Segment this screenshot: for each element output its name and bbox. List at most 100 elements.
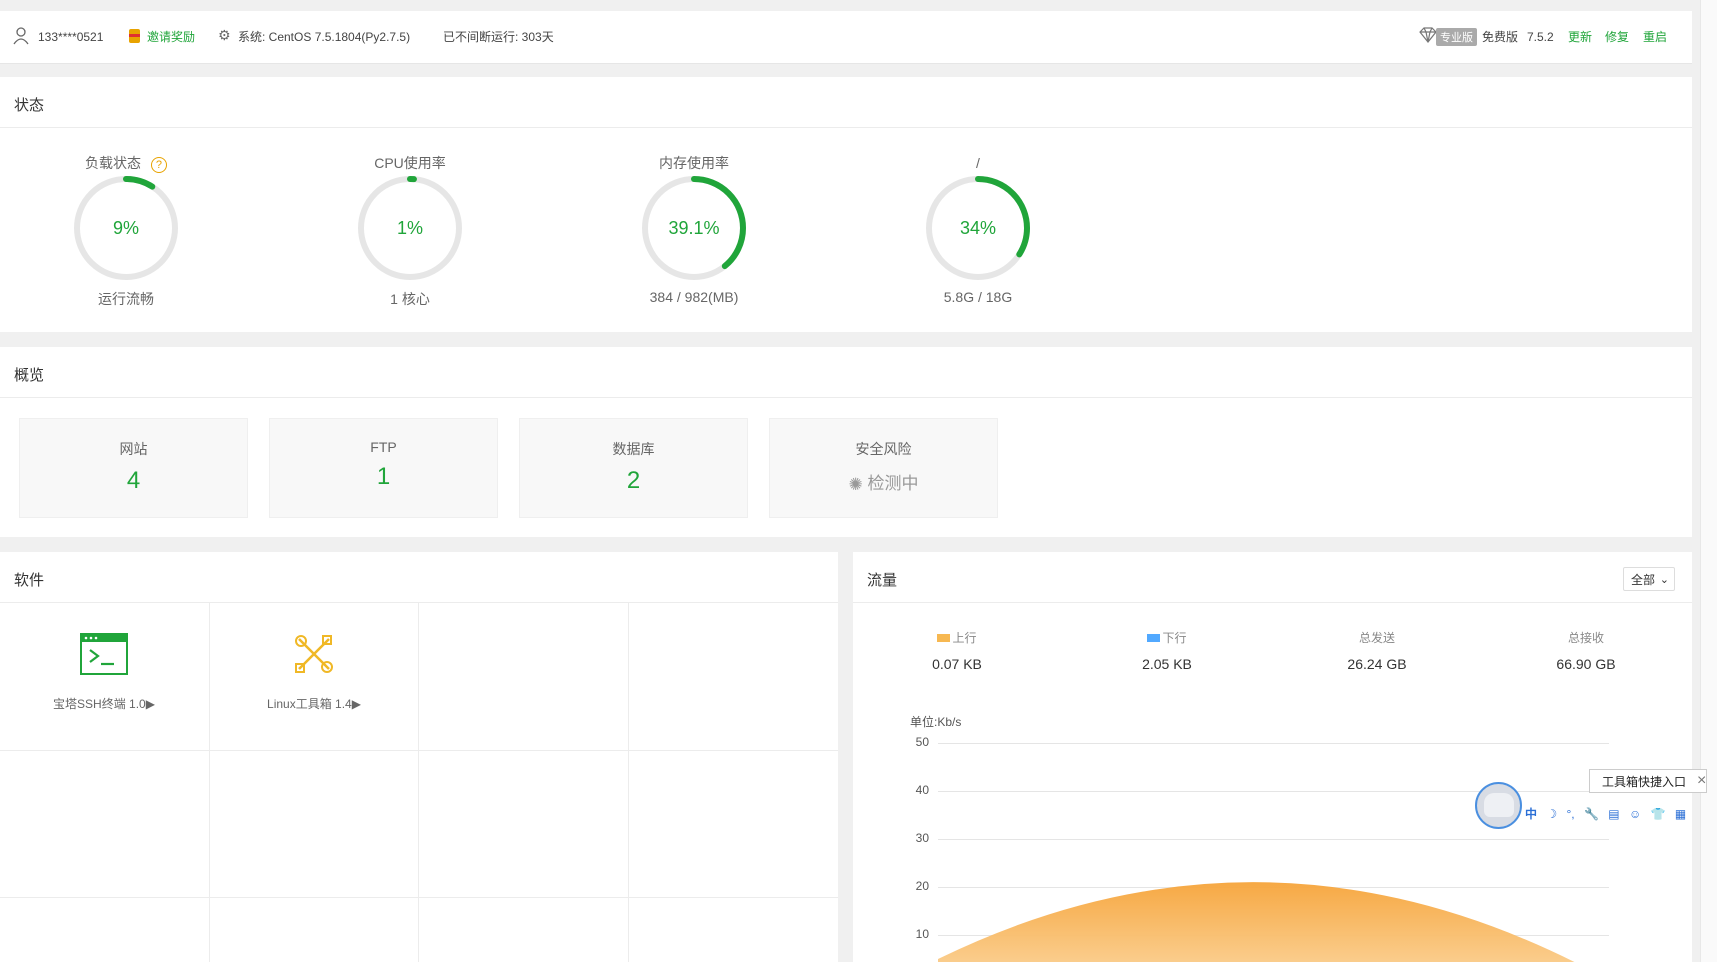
traffic-stat-down: 下行 2.05 KB	[1062, 629, 1272, 672]
overview-title: 概览	[14, 367, 45, 384]
uptime-info: 已不间断运行: 303天	[443, 30, 554, 44]
ime-clipboard-icon[interactable]: ▤	[1608, 807, 1619, 821]
software-item-label: Linux工具箱 1.4▶	[267, 697, 361, 711]
traffic-stat-label: 下行	[1162, 631, 1187, 645]
gauge-memory-value: 39.1%	[668, 218, 719, 238]
traffic-stat-sent: 总发送 26.24 GB	[1272, 629, 1482, 672]
assistant-avatar[interactable]	[1475, 782, 1522, 829]
gauge-disk[interactable]: / 34% 5.8G / 18G	[878, 153, 1078, 305]
grid-divider	[418, 603, 419, 962]
grid-divider	[628, 603, 629, 962]
traffic-stat-value: 0.07 KB	[932, 656, 982, 672]
y-tick-label: 50	[915, 735, 929, 749]
tools-icon	[295, 635, 333, 673]
restart-link[interactable]: 重启	[1643, 30, 1667, 44]
security-status: 检测中	[867, 474, 919, 493]
ime-lang-icon[interactable]: 中	[1525, 807, 1537, 821]
traffic-stat-label: 总接收	[1567, 631, 1604, 645]
toolbox-shortcut-label: 工具箱快捷入口	[1602, 775, 1687, 789]
gauge-cpu-ring: 1%	[358, 176, 462, 280]
overview-card-database[interactable]: 数据库 2	[519, 418, 748, 518]
toolbox-shortcut-tooltip[interactable]: 工具箱快捷入口	[1589, 769, 1707, 793]
help-icon[interactable]: ?	[150, 157, 167, 173]
legend-swatch-up	[937, 634, 951, 642]
ime-wrench-icon[interactable]: 🔧	[1584, 807, 1599, 821]
software-item-linux-tools[interactable]: Linux工具箱 1.4▶	[210, 603, 418, 750]
gauge-load-ring: 9%	[74, 176, 178, 280]
version-label: 7.5.2	[1527, 30, 1554, 44]
traffic-filter-select[interactable]: 全部 ⌄	[1623, 567, 1675, 591]
overview-divider	[0, 397, 1692, 398]
overview-card-name: 网站	[119, 441, 148, 457]
overview-card-value[interactable]: 4	[20, 467, 247, 495]
overview-card-ftp[interactable]: FTP 1	[269, 418, 498, 518]
status-title: 状态	[14, 97, 45, 114]
ime-toolbar[interactable]: 中 ☽ °, 🔧 ▤ ☺ 👕 ▦	[1525, 805, 1692, 827]
traffic-filter-value: 全部	[1631, 573, 1656, 587]
gauge-disk-sub: 5.8G / 18G	[943, 289, 1013, 305]
gauge-load[interactable]: 负载状态 ? 9% 运行流畅	[26, 153, 226, 309]
traffic-stat-value: 66.90 GB	[1556, 656, 1616, 672]
software-item-ssh[interactable]: 宝塔SSH终端 1.0▶	[0, 603, 209, 750]
system-info: 系统: CentOS 7.5.1804(Py2.7.5)	[238, 30, 411, 44]
status-divider	[0, 127, 1692, 128]
software-title: 软件	[14, 572, 45, 589]
overview-card-value[interactable]: 2	[520, 467, 747, 495]
software-item-label: 宝塔SSH终端 1.0▶	[53, 697, 155, 711]
update-link[interactable]: 更新	[1568, 30, 1592, 44]
gauge-memory-sub: 384 / 982(MB)	[649, 289, 739, 305]
gift-icon	[129, 29, 140, 43]
traffic-divider	[853, 602, 1692, 603]
gauge-load-label: 负载状态	[85, 155, 142, 171]
ime-skin-icon[interactable]: 👕	[1651, 807, 1666, 821]
overview-card-website[interactable]: 网站 4	[19, 418, 248, 518]
overview-card-value[interactable]: 1	[270, 463, 497, 491]
gauge-disk-label: /	[976, 155, 980, 171]
gauge-memory-ring: 39.1%	[642, 176, 746, 280]
invite-reward-link[interactable]: 邀请奖励	[147, 30, 195, 44]
gauge-cpu-label: CPU使用率	[374, 155, 446, 171]
grid-divider	[0, 897, 838, 898]
traffic-stat-up: 上行 0.07 KB	[852, 629, 1062, 672]
ime-punct-icon[interactable]: °,	[1566, 807, 1574, 821]
ime-moon-icon[interactable]: ☽	[1546, 807, 1557, 821]
overview-card-name: FTP	[370, 439, 397, 455]
user-account[interactable]: 133****0521	[38, 30, 103, 44]
ime-grid-icon[interactable]: ▦	[1675, 807, 1686, 821]
y-tick-label: 20	[915, 879, 929, 893]
loading-spinner-icon: ✺	[848, 474, 863, 494]
y-tick-label: 30	[915, 831, 929, 845]
traffic-chart	[938, 882, 1575, 962]
y-tick-label: 10	[915, 927, 929, 941]
gauge-load-value: 9%	[113, 218, 139, 238]
chevron-down-icon: ⌄	[1659, 574, 1669, 586]
overview-card-name: 安全风险	[855, 441, 912, 457]
traffic-stat-label: 总发送	[1358, 631, 1395, 645]
legend-swatch-down	[1147, 634, 1161, 642]
traffic-stat-value: 26.24 GB	[1347, 656, 1407, 672]
repair-link[interactable]: 修复	[1605, 30, 1629, 44]
diamond-icon	[1419, 27, 1437, 43]
gauge-memory[interactable]: 内存使用率 39.1% 384 / 982(MB)	[594, 153, 794, 305]
overview-card-name: 数据库	[612, 441, 655, 457]
gauge-disk-ring: 34%	[926, 176, 1030, 280]
overview-card-security[interactable]: 安全风险 ✺ 检测中	[769, 418, 998, 518]
traffic-title: 流量	[867, 572, 898, 589]
series-up-area	[938, 882, 1575, 962]
status-panel	[0, 77, 1692, 332]
gauge-memory-label: 内存使用率	[659, 155, 729, 171]
y-tick-label: 40	[915, 783, 929, 797]
ime-emoji-icon[interactable]: ☺	[1629, 807, 1641, 821]
traffic-stat-label: 上行	[952, 631, 977, 645]
gauge-disk-value: 34%	[960, 218, 996, 238]
traffic-stat-value: 2.05 KB	[1142, 656, 1192, 672]
traffic-stat-received: 总接收 66.90 GB	[1481, 629, 1691, 672]
user-icon	[13, 27, 29, 45]
gauge-cpu-sub: 1 核心	[390, 291, 430, 307]
gear-icon: ⚙	[218, 27, 231, 43]
scrollbar[interactable]	[1700, 0, 1717, 962]
close-icon[interactable]: ×	[1697, 769, 1706, 793]
pro-badge[interactable]: 专业版	[1436, 28, 1477, 46]
grid-divider	[0, 750, 838, 751]
gauge-cpu[interactable]: CPU使用率 1% 1 核心	[310, 153, 510, 309]
